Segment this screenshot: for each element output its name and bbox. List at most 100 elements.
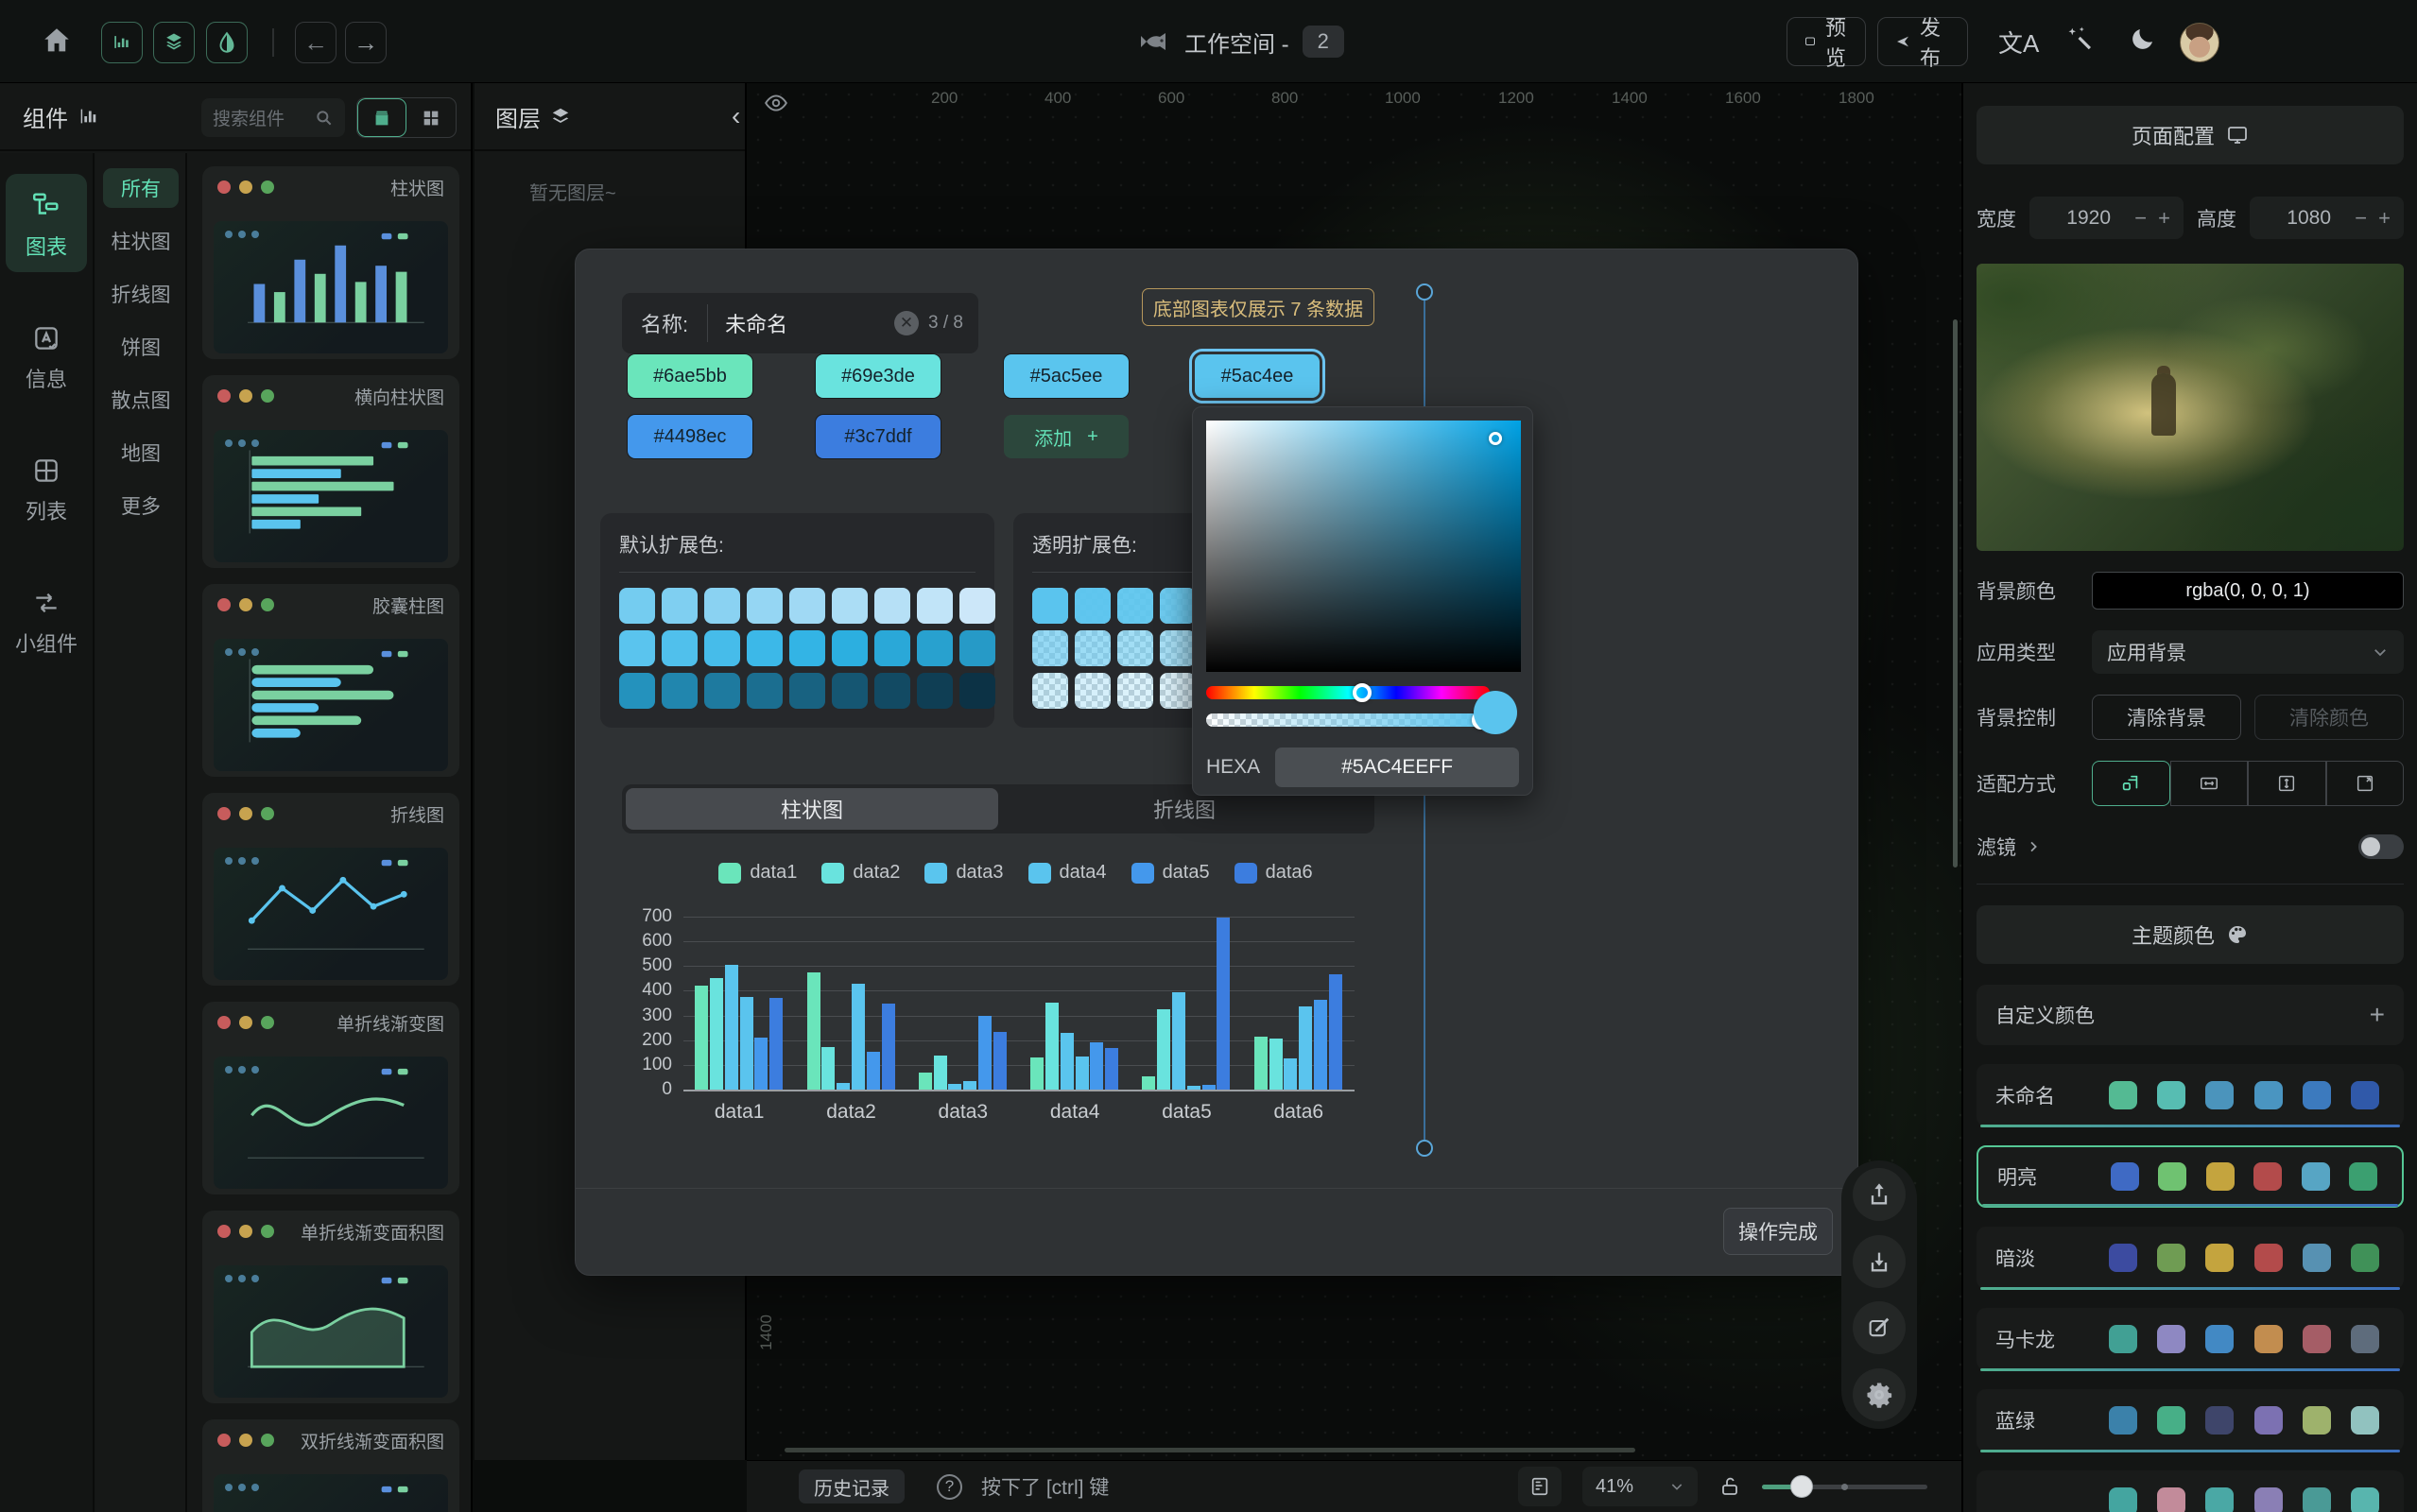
history-button[interactable]: 历史记录 — [799, 1469, 905, 1503]
user-avatar[interactable] — [2180, 23, 2219, 62]
theme-preset-row[interactable]: 暗淡 — [1977, 1227, 2404, 1289]
height-input[interactable]: 1080 −+ — [2250, 197, 2404, 239]
layers-mode-button[interactable] — [153, 22, 195, 63]
preview-button[interactable]: 预览 — [1787, 17, 1866, 66]
edit-button[interactable] — [1853, 1301, 1906, 1354]
component-card[interactable]: 柱状图 — [202, 166, 459, 359]
home-icon[interactable] — [41, 25, 73, 57]
thumbnail-dots — [225, 857, 259, 865]
clear-color-button[interactable]: 清除颜色 — [2254, 695, 2404, 740]
theme-preset-row[interactable]: 未命名 — [1977, 1064, 2404, 1126]
saturation-handle[interactable] — [1489, 432, 1502, 445]
width-input[interactable]: 1920 −+ — [2029, 197, 2184, 239]
prism-mode-button[interactable] — [206, 22, 248, 63]
done-button[interactable]: 操作完成 — [1723, 1208, 1833, 1255]
sidebar-item-3[interactable]: 列表 — [6, 440, 87, 537]
slider-thumb[interactable] — [1790, 1475, 1813, 1498]
width-stepper[interactable]: −+ — [2134, 206, 2170, 231]
fit-height-button[interactable] — [2248, 761, 2326, 806]
guide-handle-top[interactable] — [1416, 284, 1433, 301]
fit-scale-button[interactable] — [2092, 761, 2170, 806]
layers-panel-title: 图层 — [495, 100, 571, 133]
chart-bar — [1269, 1039, 1283, 1090]
search-input[interactable]: 搜索组件 — [201, 98, 345, 137]
theme-preset-row[interactable]: 明亮 — [1977, 1145, 2404, 1208]
alpha-slider[interactable] — [1206, 713, 1490, 727]
unlock-icon[interactable] — [1718, 1475, 1741, 1498]
category-item[interactable]: 所有 — [103, 168, 179, 208]
theme-color-tab[interactable]: 主题颜色 — [1977, 905, 2404, 964]
single-view-toggle[interactable] — [357, 98, 406, 137]
keypress-hint: 按下了 [ctrl] 键 — [981, 1472, 1109, 1501]
category-item[interactable]: 更多 — [103, 486, 179, 525]
bg-color-swatch[interactable]: rgba(0, 0, 0, 1) — [2092, 572, 2404, 610]
color-swatch — [2351, 1081, 2379, 1109]
saturation-area[interactable] — [1206, 421, 1521, 672]
fit-width-button[interactable] — [2170, 761, 2249, 806]
component-card[interactable]: 横向柱状图 — [202, 375, 459, 568]
component-card[interactable]: 单折线渐变面积图 — [202, 1211, 459, 1403]
help-icon[interactable]: ? — [937, 1474, 962, 1500]
theme-preset-row[interactable] — [1977, 1470, 2404, 1512]
chart-bar — [1045, 1003, 1059, 1090]
app-type-select[interactable]: 应用背景 — [2092, 630, 2404, 674]
publish-button[interactable]: 发布 — [1877, 17, 1968, 66]
dark-mode-moon-icon[interactable] — [2129, 25, 2157, 53]
zoom-level-select[interactable]: 41% — [1582, 1467, 1698, 1506]
chevron-down-icon — [1669, 1479, 1684, 1494]
guide-handle-bottom[interactable] — [1416, 1140, 1433, 1157]
component-card[interactable]: 折线图 — [202, 793, 459, 986]
category-item[interactable]: 柱状图 — [103, 221, 179, 261]
redo-button[interactable]: → — [345, 22, 387, 63]
undo-button[interactable]: ← — [295, 22, 337, 63]
sidebar-item-1[interactable]: 图表 — [6, 174, 87, 272]
theme-preset-row[interactable]: 蓝绿 — [1977, 1389, 2404, 1452]
chart-bar — [1076, 1057, 1089, 1090]
component-card[interactable]: 单折线渐变图 — [202, 1002, 459, 1194]
y-axis-label: 500 — [615, 955, 672, 976]
grid-view-toggle[interactable] — [406, 98, 456, 137]
sidebar-item-4[interactable]: 小组件 — [6, 573, 87, 669]
settings-button[interactable] — [1853, 1368, 1906, 1421]
category-item[interactable]: 折线图 — [103, 274, 179, 314]
add-custom-color-button[interactable]: + — [2370, 1000, 2385, 1030]
hue-slider[interactable] — [1206, 686, 1490, 699]
fit-full-button[interactable] — [2326, 761, 2405, 806]
sidebar-item-label: 图表 — [26, 231, 67, 261]
minimap-button[interactable] — [1518, 1467, 1562, 1506]
component-card[interactable]: 胶囊柱图 — [202, 584, 459, 777]
filter-toggle[interactable] — [2358, 834, 2404, 859]
hue-handle[interactable] — [1353, 683, 1372, 702]
category-item[interactable]: 饼图 — [103, 327, 179, 367]
hexa-input[interactable]: #5AC4EEFF — [1275, 747, 1519, 787]
zoom-slider[interactable] — [1762, 1475, 1927, 1498]
vertical-scrollbar[interactable] — [1953, 319, 1958, 868]
component-thumbnail — [214, 221, 448, 353]
theme-preset-row[interactable]: 马卡龙 — [1977, 1308, 2404, 1370]
gridline — [683, 990, 1355, 991]
category-item[interactable]: 地图 — [103, 433, 179, 472]
translate-icon[interactable]: 文A — [1998, 25, 2039, 60]
download-button[interactable] — [1853, 1235, 1906, 1288]
category-item[interactable]: 散点图 — [103, 380, 179, 420]
color-swatch — [2157, 1081, 2185, 1109]
component-card[interactable]: 双折线渐变面积图 — [202, 1419, 459, 1512]
eye-icon[interactable] — [764, 91, 788, 115]
horizontal-scrollbar[interactable] — [785, 1448, 1635, 1452]
collapse-panel-chevron[interactable]: ‹ — [732, 101, 740, 131]
color-swatch — [2351, 1325, 2379, 1353]
chart-bar — [1061, 1033, 1074, 1090]
theme-preset-swatches — [2109, 1081, 2385, 1109]
background-image-preview[interactable] — [1977, 264, 2404, 551]
magic-wand-icon[interactable] — [2066, 25, 2095, 53]
sidebar-item-2[interactable]: 信息 — [6, 308, 87, 404]
page-config-tab[interactable]: 页面配置 — [1977, 106, 2404, 164]
widget-icon — [31, 588, 61, 618]
toolbar-divider — [272, 28, 274, 57]
window-dot-icon — [261, 180, 274, 194]
height-stepper[interactable]: −+ — [2355, 206, 2391, 231]
chart-mode-button[interactable] — [101, 22, 143, 63]
clear-background-button[interactable]: 清除背景 — [2092, 695, 2241, 740]
upload-button[interactable] — [1853, 1168, 1906, 1221]
window-dot-icon — [217, 1225, 231, 1238]
